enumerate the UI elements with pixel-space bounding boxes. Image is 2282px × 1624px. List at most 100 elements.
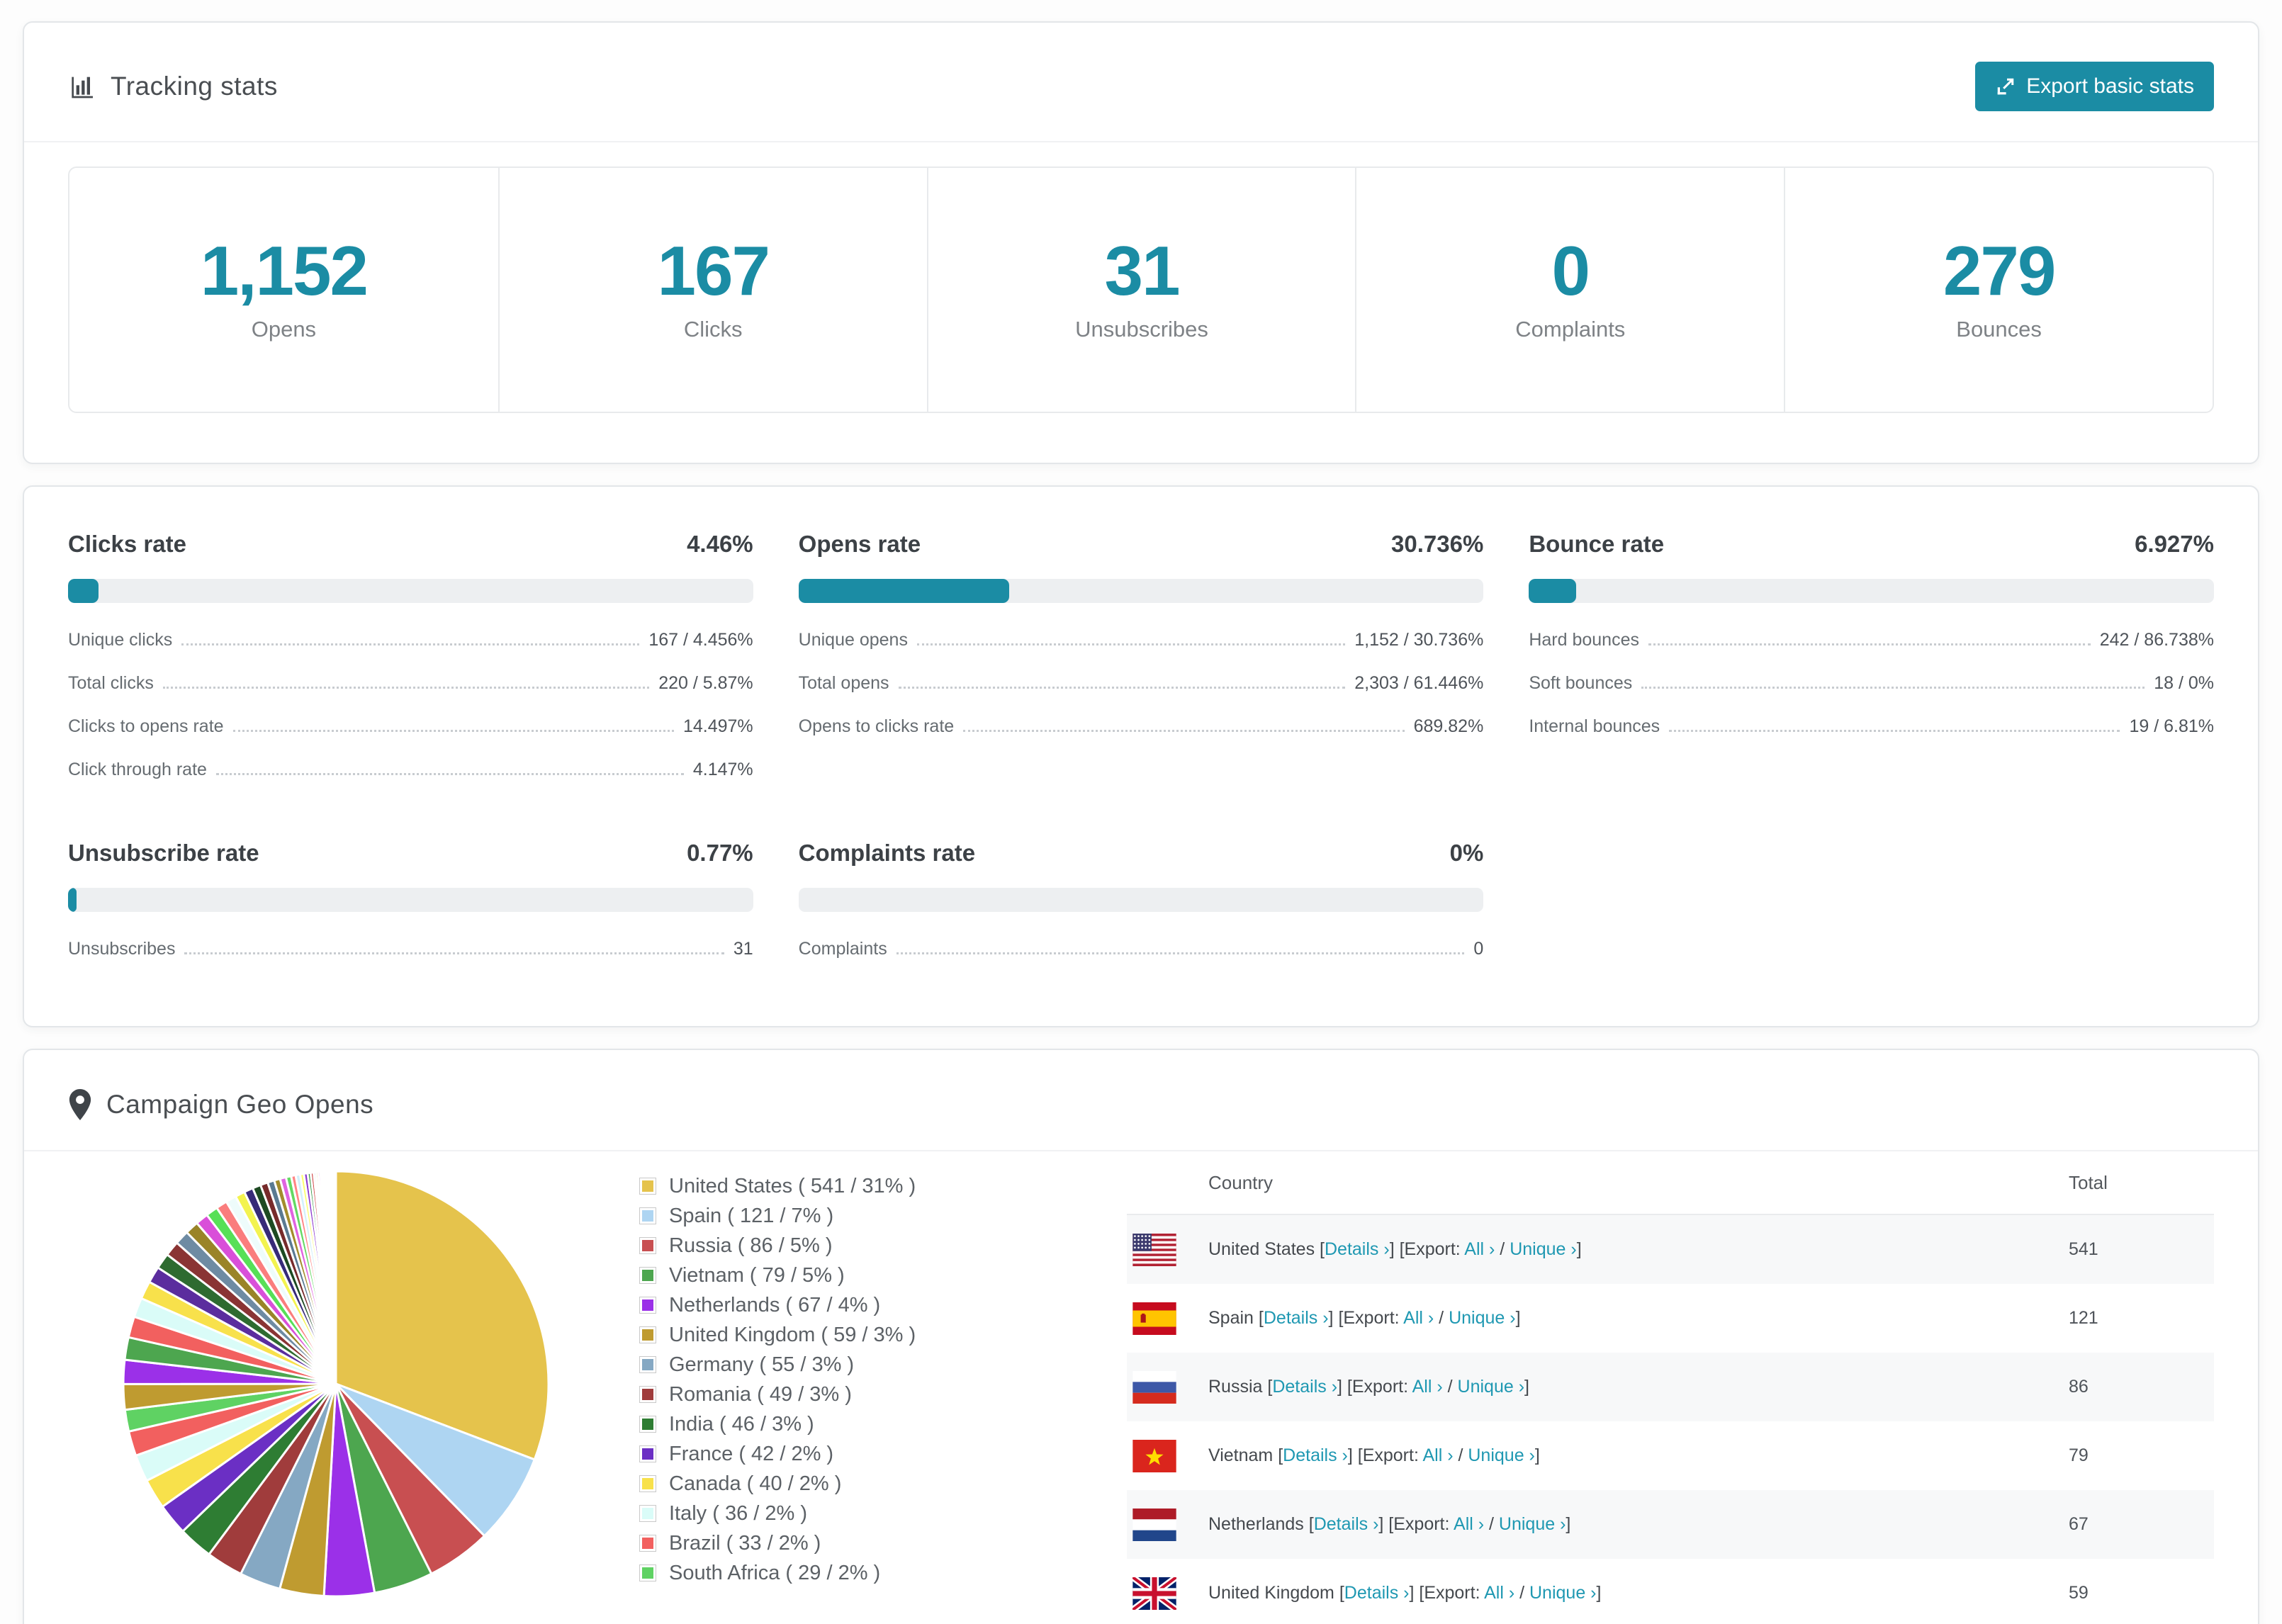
details-link[interactable]: Details ›	[1272, 1377, 1337, 1397]
rate-metric-row: Internal bounces 19 / 6.81%	[1529, 705, 2214, 748]
legend-color-swatch	[639, 1267, 656, 1284]
details-link[interactable]: Details ›	[1283, 1445, 1348, 1465]
legend-item-russia: Russia ( 86 / 5% )	[639, 1231, 1036, 1261]
rate-panel-opens-rate: Opens rate 30.736% Unique opens 1,152 / 30.…	[798, 531, 1484, 791]
country-total: 121	[2069, 1308, 2098, 1328]
legend-color-swatch	[639, 1416, 656, 1433]
metric-label: Soft bounces	[1529, 673, 1633, 693]
details-link[interactable]: Details ›	[1314, 1514, 1379, 1534]
country-total: 67	[2069, 1514, 2089, 1534]
stat-box-complaints: 0 Complaints	[1355, 168, 1784, 412]
rate-title: Unsubscribe rate	[68, 840, 259, 866]
legend-color-swatch	[639, 1445, 656, 1462]
metric-value: 689.82%	[1413, 716, 1484, 736]
export-unique-link[interactable]: Unique ›	[1458, 1377, 1525, 1397]
metric-label: Unique clicks	[68, 630, 173, 650]
dotted-leader	[963, 730, 1405, 732]
rate-panel-head: Bounce rate 6.927%	[1529, 531, 2214, 558]
dotted-leader	[232, 730, 674, 732]
rate-value: 30.736%	[1391, 531, 1484, 557]
metric-label: Internal bounces	[1529, 716, 1660, 736]
legend-label: United States ( 541 / 31% )	[669, 1174, 916, 1197]
legend-item-romania: Romania ( 49 / 3% )	[639, 1380, 1036, 1409]
export-unique-link[interactable]: Unique ›	[1499, 1514, 1566, 1534]
details-link[interactable]: Details ›	[1344, 1583, 1410, 1603]
export-all-link[interactable]: All ›	[1464, 1239, 1495, 1259]
rate-panel-head: Opens rate 30.736%	[799, 531, 1484, 558]
metric-label: Complaints	[798, 939, 887, 959]
geo-table: Country Total United States [Details ›] …	[1127, 1151, 2214, 1624]
legend-label: Vietnam ( 79 / 5% )	[669, 1263, 845, 1287]
stat-value: 1,152	[200, 232, 369, 310]
rate-metric-row: Hard bounces 242 / 86.738%	[1529, 619, 2214, 662]
geo-pie-chart	[68, 1151, 604, 1603]
legend-label: Italy ( 36 / 2% )	[669, 1501, 808, 1525]
flag-es-icon	[1132, 1302, 1176, 1335]
legend-label: Spain ( 121 / 7% )	[669, 1204, 834, 1227]
metric-value: 19 / 6.81%	[2129, 716, 2214, 736]
legend-item-south-africa: South Africa ( 29 / 2% )	[639, 1558, 1036, 1588]
export-basic-stats-button[interactable]: Export basic stats	[1975, 62, 2214, 111]
export-all-link[interactable]: All ›	[1403, 1308, 1434, 1328]
export-unique-link[interactable]: Unique ›	[1510, 1239, 1577, 1259]
rate-metric-row: Opens to clicks rate 689.82%	[799, 705, 1484, 748]
details-link[interactable]: Details ›	[1325, 1239, 1390, 1259]
dotted-leader	[898, 687, 1346, 689]
stat-box-clicks: 167 Clicks	[498, 168, 927, 412]
metric-label: Total clicks	[68, 673, 154, 693]
legend-item-germany: Germany ( 55 / 3% )	[639, 1350, 1036, 1380]
rate-progress-bar	[798, 888, 1484, 912]
details-link[interactable]: Details ›	[1264, 1308, 1329, 1328]
country-total: 86	[2069, 1377, 2089, 1397]
legend-label: Canada ( 40 / 2% )	[669, 1472, 842, 1495]
export-icon	[1995, 76, 2016, 97]
legend-color-swatch	[639, 1386, 656, 1403]
bar-chart-icon	[68, 72, 96, 101]
stat-value: 279	[1943, 232, 2057, 310]
export-all-link[interactable]: All ›	[1454, 1514, 1484, 1534]
legend-item-brazil: Brazil ( 33 / 2% )	[639, 1528, 1036, 1558]
legend-color-swatch	[639, 1297, 656, 1314]
legend-color-swatch	[639, 1326, 656, 1343]
tracking-stats-card: Tracking stats Export basic stats 1,152 O…	[23, 21, 2259, 464]
geo-table-row-vietnam: Vietnam [Details ›] [Export: All › / Uni…	[1127, 1421, 2214, 1490]
geo-opens-card: Campaign Geo Opens United States ( 541 /…	[23, 1049, 2259, 1624]
legend-item-netherlands: Netherlands ( 67 / 4% )	[639, 1290, 1036, 1320]
export-all-link[interactable]: All ›	[1484, 1583, 1514, 1603]
metric-label: Total opens	[798, 673, 889, 693]
dotted-leader	[181, 643, 640, 645]
legend-color-swatch	[639, 1178, 656, 1195]
rate-metric-row: Clicks to opens rate 14.497%	[68, 705, 753, 748]
total-column-header: Total	[2069, 1171, 2108, 1193]
legend-item-italy: Italy ( 36 / 2% )	[639, 1499, 1036, 1528]
rate-metric-row: Click through rate 4.147%	[68, 748, 753, 791]
rate-panel-head: Unsubscribe rate 0.77%	[68, 840, 753, 867]
export-all-link[interactable]: All ›	[1412, 1377, 1443, 1397]
dotted-leader	[916, 643, 1346, 645]
legend-label: India ( 46 / 3% )	[669, 1412, 814, 1436]
rates-grid: Clicks rate 4.46% Unique clicks 167 / 4.456…	[24, 487, 2258, 1026]
metric-value: 0	[1473, 939, 1484, 959]
export-unique-link[interactable]: Unique ›	[1449, 1308, 1516, 1328]
metric-value: 18 / 0%	[2154, 673, 2214, 693]
page: Tracking stats Export basic stats 1,152 O…	[0, 0, 2282, 1624]
legend-label: Germany ( 55 / 3% )	[669, 1353, 855, 1376]
export-unique-link[interactable]: Unique ›	[1529, 1583, 1597, 1603]
map-pin-icon	[68, 1089, 92, 1120]
geo-table-row-united-states: United States [Details ›] [Export: All ›…	[1127, 1215, 2214, 1284]
metric-value: 1,152 / 30.736%	[1354, 630, 1484, 650]
geo-table-row-spain: Spain [Details ›] [Export: All › / Uniqu…	[1127, 1284, 2214, 1353]
stat-box-bounces: 279 Bounces	[1784, 168, 2213, 412]
rate-metric-row: Soft bounces 18 / 0%	[1529, 662, 2214, 705]
metric-value: 4.147%	[692, 760, 753, 779]
rate-metric-row: Complaints 0	[799, 927, 1484, 971]
stat-label: Clicks	[683, 317, 743, 342]
stat-label: Opens	[251, 317, 317, 342]
rate-progress-fill	[798, 579, 1009, 603]
export-unique-link[interactable]: Unique ›	[1468, 1445, 1535, 1465]
geo-opens-content: United States ( 541 / 31% ) Spain ( 121 /…	[24, 1151, 2258, 1624]
flag-vn-icon	[1132, 1439, 1176, 1472]
rate-panel-head: Complaints rate 0%	[799, 840, 1484, 867]
legend-label: United Kingdom ( 59 / 3% )	[669, 1323, 916, 1346]
export-all-link[interactable]: All ›	[1422, 1445, 1453, 1465]
